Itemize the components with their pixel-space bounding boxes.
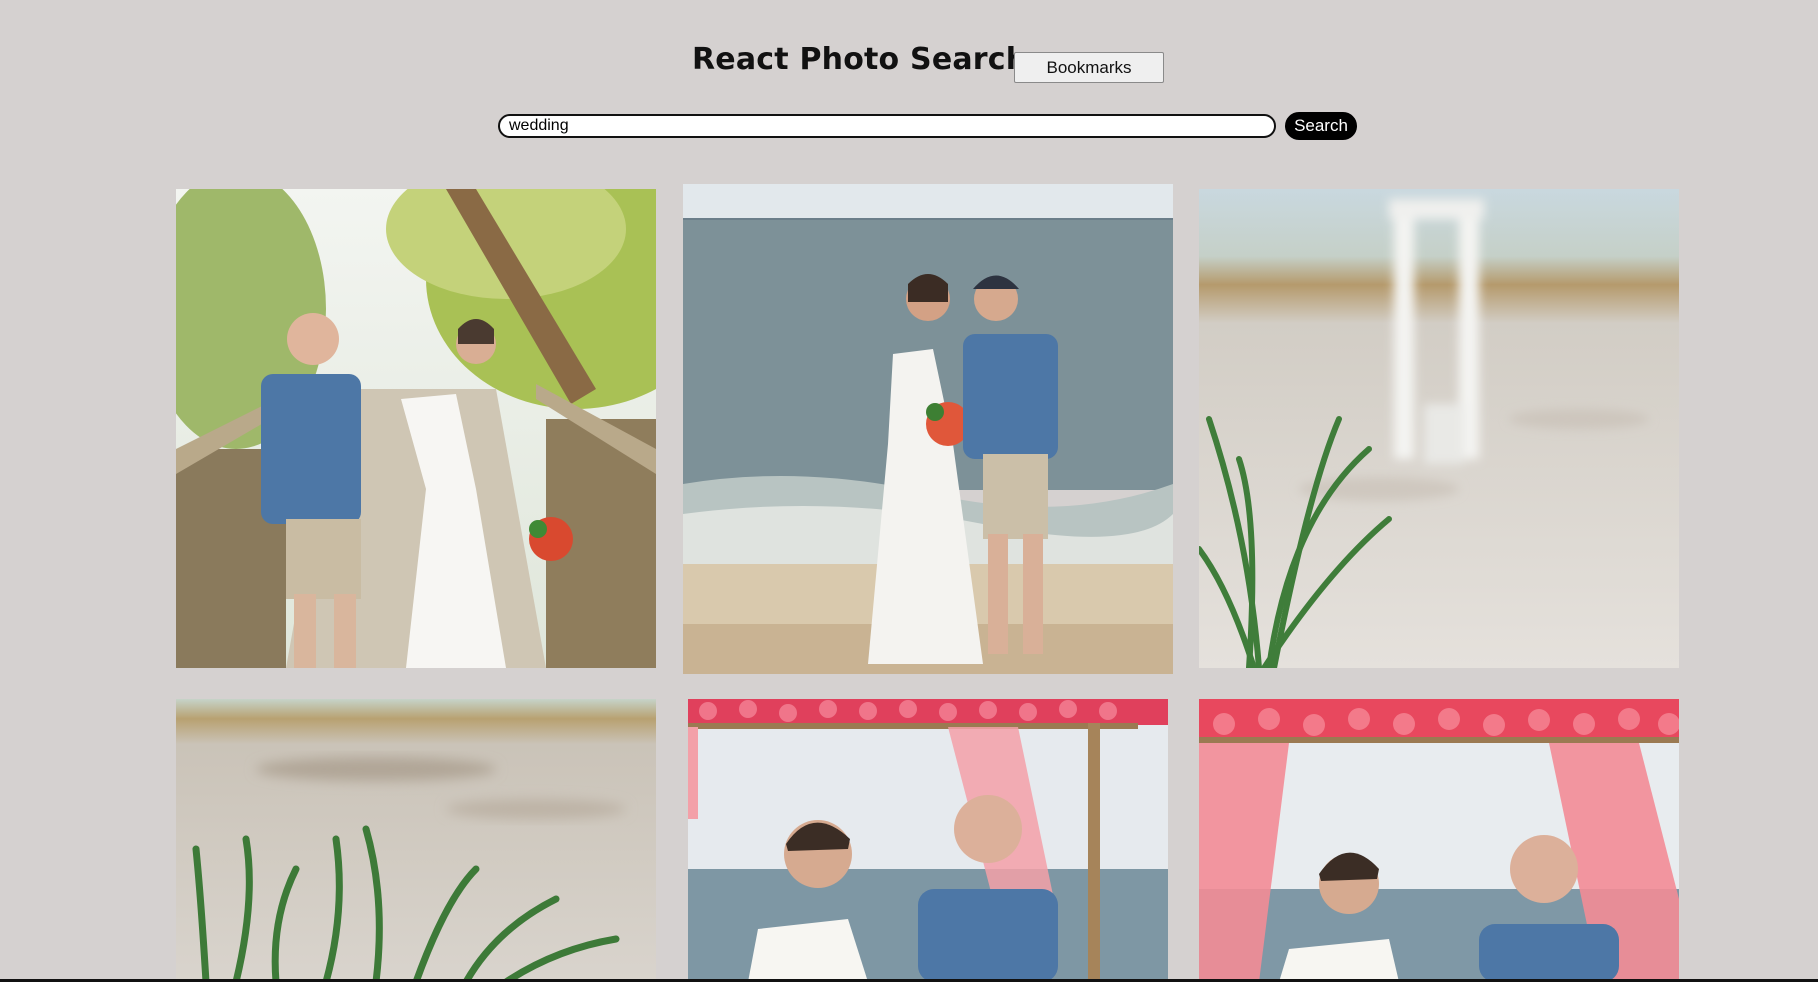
photo-card[interactable]	[1199, 189, 1679, 668]
photo-image	[176, 699, 656, 982]
photo-image	[683, 184, 1173, 674]
photo-image	[176, 189, 656, 668]
bookmarks-button[interactable]: Bookmarks	[1014, 52, 1164, 83]
search-button[interactable]: Search	[1285, 112, 1357, 140]
photo-card[interactable]	[176, 189, 656, 668]
app-window: React Photo Search Bookmarks Search	[0, 0, 1818, 982]
page-title: React Photo Search	[692, 42, 1028, 77]
photo-card[interactable]	[688, 699, 1168, 982]
photo-card[interactable]	[176, 699, 656, 982]
photo-card[interactable]	[1199, 699, 1679, 982]
search-input[interactable]	[498, 114, 1276, 138]
photo-image	[688, 699, 1168, 982]
photo-image	[1199, 189, 1679, 668]
photo-image	[1199, 699, 1679, 982]
photo-card[interactable]	[683, 184, 1173, 674]
